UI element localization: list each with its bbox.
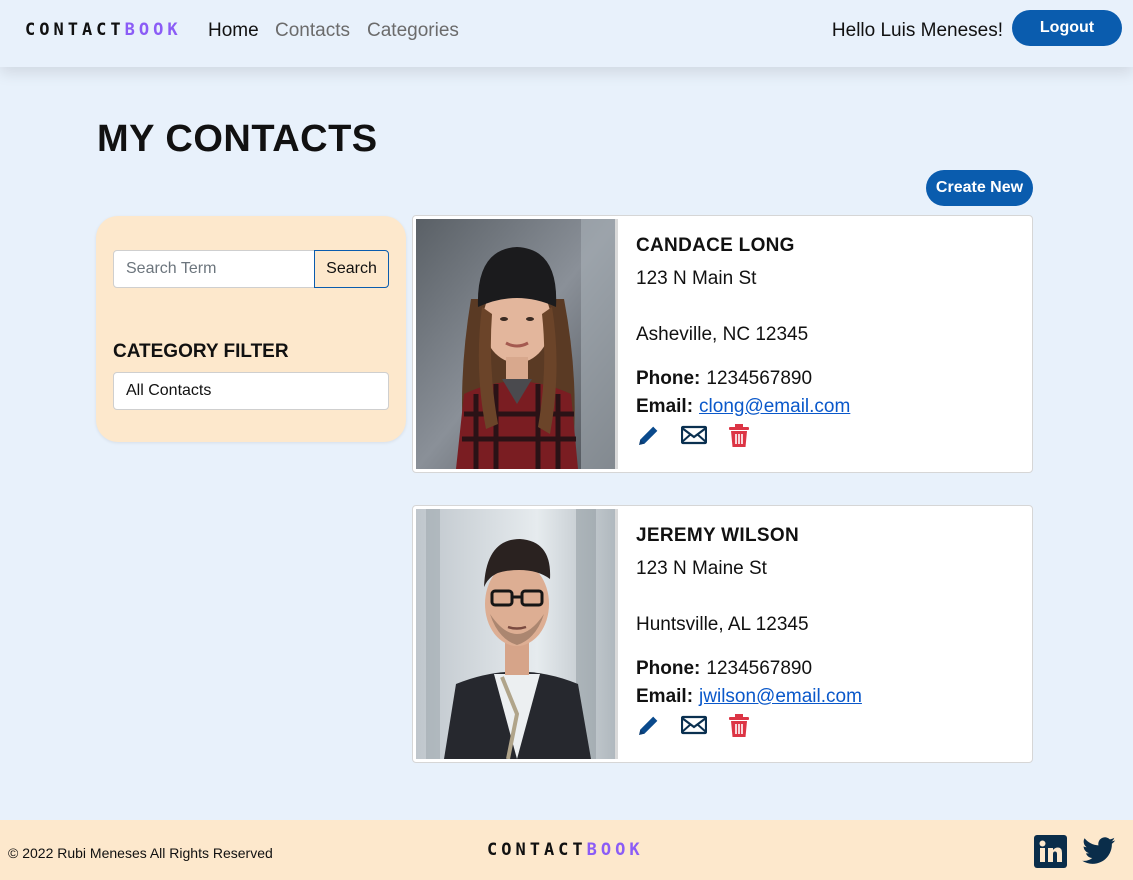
contact-address-line2: Huntsville, AL 12345 (636, 614, 809, 635)
category-filter-select[interactable]: All Contacts (113, 372, 389, 410)
footer: © 2022 Rubi Meneses All Rights Reserved … (0, 820, 1133, 880)
contact-card: JEREMY WILSON 123 N Maine St Huntsville,… (412, 505, 1033, 763)
contact-address-line1: 123 N Maine St (636, 558, 767, 579)
nav-home[interactable]: Home (208, 19, 259, 43)
contact-phone-row: Phone: 1234567890 (636, 657, 812, 681)
contact-photo (416, 509, 618, 759)
trash-icon[interactable] (728, 713, 750, 743)
footer-brand-part2: BOOK (586, 840, 644, 860)
envelope-icon[interactable] (680, 423, 708, 452)
contact-phone-row: Phone: 1234567890 (636, 367, 812, 391)
phone-value: 1234567890 (706, 368, 813, 389)
footer-brand-part1: CONTACT (487, 840, 587, 860)
create-new-button[interactable]: Create New (926, 170, 1033, 206)
pencil-icon[interactable] (636, 713, 661, 743)
footer-brand-logo[interactable]: CONTACTBOOK (487, 840, 644, 860)
search-input[interactable] (113, 250, 315, 288)
copyright-text: © 2022 Rubi Meneses All Rights Reserved (8, 845, 273, 861)
trash-icon[interactable] (728, 423, 750, 453)
email-label: Email: (636, 396, 694, 417)
sidebar-panel: Search CATEGORY FILTER All Contacts (96, 216, 406, 442)
pencil-icon[interactable] (636, 423, 661, 453)
phone-label: Phone: (636, 658, 701, 679)
envelope-icon[interactable] (680, 713, 708, 742)
contact-email-row: Email: clong@email.com (636, 395, 850, 419)
phone-label: Phone: (636, 368, 701, 389)
email-link[interactable]: jwilson@email.com (699, 686, 862, 707)
user-greeting: Hello Luis Meneses! (831, 20, 1003, 41)
logout-button[interactable]: Logout (1012, 10, 1122, 46)
twitter-icon[interactable] (1082, 837, 1116, 870)
nav-contacts[interactable]: Contacts (275, 19, 350, 43)
search-button[interactable]: Search (314, 250, 389, 288)
category-filter-title: CATEGORY FILTER (113, 341, 289, 362)
contact-name: JEREMY WILSON (636, 525, 799, 546)
brand-logo-part2: BOOK (124, 20, 182, 40)
email-link[interactable]: clong@email.com (699, 396, 850, 417)
linkedin-icon[interactable] (1034, 835, 1067, 873)
brand-logo-part1: CONTACT (25, 20, 125, 40)
contact-address-line1: 123 N Main St (636, 268, 757, 289)
contact-address-line2: Asheville, NC 12345 (636, 324, 809, 345)
contact-card: CANDACE LONG 123 N Main St Asheville, NC… (412, 215, 1033, 473)
phone-value: 1234567890 (706, 658, 813, 679)
brand-logo[interactable]: CONTACTBOOK (25, 20, 182, 40)
page-title: MY CONTACTS (97, 118, 378, 160)
contact-email-row: Email: jwilson@email.com (636, 685, 862, 709)
navbar: CONTACTBOOK Home Contacts Categories Hel… (0, 0, 1133, 67)
nav-categories[interactable]: Categories (367, 19, 459, 43)
email-label: Email: (636, 686, 694, 707)
contact-photo (416, 219, 618, 469)
contact-name: CANDACE LONG (636, 235, 795, 256)
